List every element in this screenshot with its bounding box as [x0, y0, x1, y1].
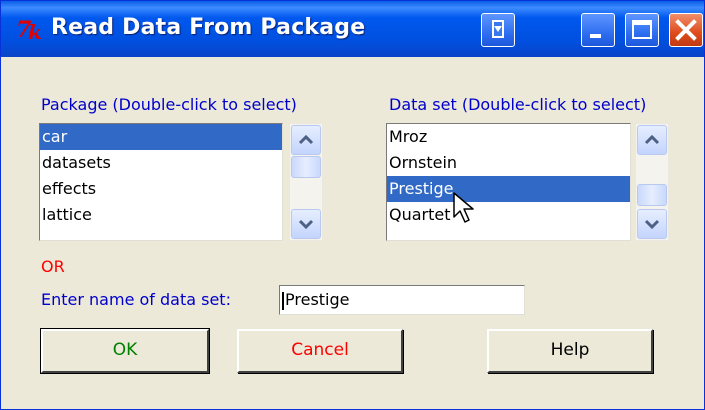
dialog-window: 7 k Read Data From Package Package (Doub… — [0, 0, 705, 410]
ok-button[interactable]: OK — [40, 328, 210, 374]
close-button[interactable] — [669, 13, 703, 47]
package-scroll-up-button[interactable] — [291, 125, 321, 155]
mouse-cursor-icon — [453, 192, 474, 223]
cancel-button[interactable]: Cancel — [237, 329, 403, 373]
dropdown-icon — [492, 20, 504, 38]
package-item-lattice[interactable]: lattice — [40, 202, 282, 228]
text-caret — [282, 291, 284, 310]
package-scrollbar[interactable] — [289, 123, 323, 241]
dataset-entry-label: Enter name of data set: — [41, 290, 231, 309]
package-item-effects[interactable]: effects — [40, 176, 282, 202]
minimize-button[interactable] — [581, 13, 615, 47]
chevron-up-icon — [644, 134, 660, 145]
or-label: OR — [41, 257, 65, 276]
title-dropdown-button[interactable] — [481, 13, 515, 47]
chevron-down-icon — [298, 219, 314, 230]
dataset-list-label: Data set (Double-click to select) — [389, 95, 647, 114]
package-item-datasets[interactable]: datasets — [40, 150, 282, 176]
dataset-scroll-thumb[interactable] — [637, 184, 667, 206]
package-listbox[interactable]: car datasets effects lattice — [39, 123, 283, 241]
dataset-scrollbar[interactable] — [635, 123, 669, 241]
tk-icon[interactable]: 7 k — [15, 15, 49, 44]
dataset-item-prestige[interactable]: Prestige — [387, 176, 630, 202]
dataset-item-ornstein[interactable]: Ornstein — [387, 150, 630, 176]
maximize-button[interactable] — [625, 13, 659, 47]
package-scroll-thumb[interactable] — [291, 156, 321, 178]
dataset-item-quartet[interactable]: Quartet — [387, 202, 630, 228]
chevron-down-icon — [644, 219, 660, 230]
svg-text:k: k — [28, 20, 42, 43]
dataset-listbox[interactable]: Mroz Ornstein Prestige Quartet — [386, 123, 631, 241]
minimize-icon — [590, 34, 601, 38]
close-icon — [675, 19, 697, 41]
dataset-scroll-down-button[interactable] — [637, 209, 667, 239]
title-bar[interactable]: 7 k Read Data From Package — [1, 1, 704, 57]
dataset-scroll-up-button[interactable] — [637, 125, 667, 155]
package-item-car[interactable]: car — [40, 124, 282, 150]
chevron-up-icon — [298, 134, 314, 145]
maximize-icon — [632, 20, 652, 39]
package-scroll-down-button[interactable] — [291, 209, 321, 239]
dataset-name-input[interactable]: Prestige — [279, 285, 525, 315]
window-title: Read Data From Package — [51, 15, 366, 40]
help-button[interactable]: Help — [487, 329, 653, 373]
dataset-name-value: Prestige — [285, 290, 350, 309]
dialog-body: Package (Double-click to select) car dat… — [1, 57, 704, 409]
dataset-item-mroz[interactable]: Mroz — [387, 124, 630, 150]
package-list-label: Package (Double-click to select) — [41, 95, 297, 114]
